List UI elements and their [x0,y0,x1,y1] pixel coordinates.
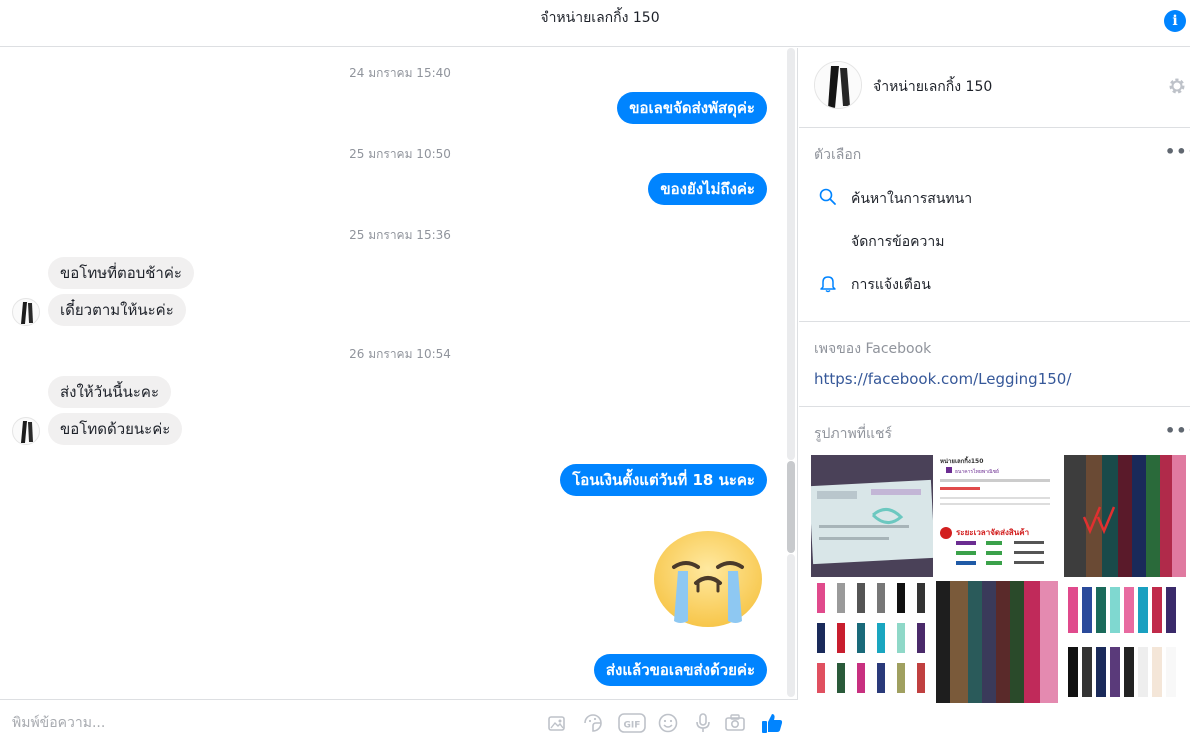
timestamp: 25 มกราคม 10:50 [349,147,451,161]
crying-face-sticker[interactable] [652,529,764,629]
divider [799,321,1190,322]
message-bubble-in[interactable]: ขอโทดด้วยนะค่ะ [48,413,183,445]
gif-icon[interactable]: GIF [618,712,646,734]
page-name: จำหน่ายเลกกิ้ง 150 [873,79,993,95]
shared-photo-colors[interactable] [1064,455,1186,577]
bell-icon [820,276,836,293]
divider [799,406,1190,407]
svg-text:ระยะเวลาจัดส่งสินค้า: ระยะเวลาจัดส่งสินค้า [956,527,1029,537]
options-more-button[interactable]: ••• [1165,142,1190,161]
timestamp: 25 มกราคม 15:36 [349,228,451,242]
camera-icon[interactable] [724,712,746,734]
photos-more-button[interactable]: ••• [1165,421,1190,440]
photo-icon[interactable] [546,712,568,734]
option-notifications[interactable]: การแจ้งเตือน [814,268,1174,298]
message-bubble-in[interactable]: เดี๋ยวตามให้นะค่ะ [48,294,186,326]
sender-avatar[interactable] [12,298,40,326]
option-manage-messages[interactable]: จัดการข้อความ [814,225,1174,255]
message-bubble-out[interactable]: ของยังไม่ถึงค่ะ [648,173,767,205]
shared-photos-section-title: รูปภาพที่แชร์ [814,426,892,442]
details-panel: จำหน่ายเลกกิ้ง 150 ตัวเลือก ••• ค้นหาในก… [799,48,1190,742]
option-label: การแจ้งเตือน [851,277,931,293]
facebook-page-link[interactable]: https://facebook.com/Legging150/ [814,370,1071,388]
option-search-conversation[interactable]: ค้นหาในการสนทนา [814,182,1174,212]
timestamp: 26 มกราคม 10:54 [349,347,451,361]
timestamp: 24 มกราคม 15:40 [349,66,451,80]
shared-photo-catalog[interactable] [811,581,933,703]
gear-icon[interactable] [1167,76,1187,96]
svg-text:GIF: GIF [624,721,641,731]
conversation-title: จำหน่ายเลกกิ้ง 150 [540,10,660,26]
sticker-icon[interactable] [582,712,604,734]
search-icon [819,188,836,205]
scrollbar-track[interactable] [787,48,795,460]
message-bubble-out[interactable]: ส่งแล้วขอเลขส่งด้วยค่ะ [593,654,767,686]
shared-photo-receipt[interactable] [811,455,933,577]
message-bubble-in[interactable]: ส่งให้วันนี้นะคะ [48,376,172,408]
like-icon[interactable] [760,711,784,735]
sender-avatar[interactable] [12,417,40,445]
composer: GIF [0,699,798,742]
option-label: จัดการข้อความ [851,234,945,250]
info-icon[interactable]: i [1164,10,1186,32]
message-bubble-out[interactable]: ขอเลขจัดส่งพัสดุค่ะ [617,92,767,124]
svg-text:ธนาคารไทยพาณิชย์: ธนาคารไทยพาณิชย์ [955,468,999,475]
shared-photo-shipping-notice[interactable]: หน่ายเลกกิ้ง150 ธนาคารไทยพาณิชย์ ระยะเวล… [936,455,1058,577]
option-label: ค้นหาในการสนทนา [851,191,973,207]
message-bubble-in[interactable]: ขอโทษที่ตอบช้าค่ะ [48,257,194,289]
conversation-header: จำหน่ายเลกกิ้ง 150 i [0,0,1190,47]
page-avatar[interactable] [814,61,862,109]
shared-photo-fabric[interactable] [936,581,1058,703]
shared-photo-models[interactable] [1064,581,1186,703]
emoji-icon[interactable] [657,712,679,734]
scrollbar-track[interactable] [787,554,795,697]
facebook-page-section-title: เพจของ Facebook [814,341,932,357]
microphone-icon[interactable] [692,712,714,734]
message-input[interactable] [12,712,492,734]
profile-header: จำหน่ายเลกกิ้ง 150 [799,48,1190,128]
message-list: 24 มกราคม 15:40 ขอเลขจัดส่งพัสดุค่ะ 25 ม… [0,48,798,699]
message-bubble-out[interactable]: โอนเงินตั้งแต่วันที่ 18 นะคะ [560,464,767,496]
scrollbar-thumb[interactable] [787,461,795,553]
options-section-title: ตัวเลือก [814,147,862,163]
